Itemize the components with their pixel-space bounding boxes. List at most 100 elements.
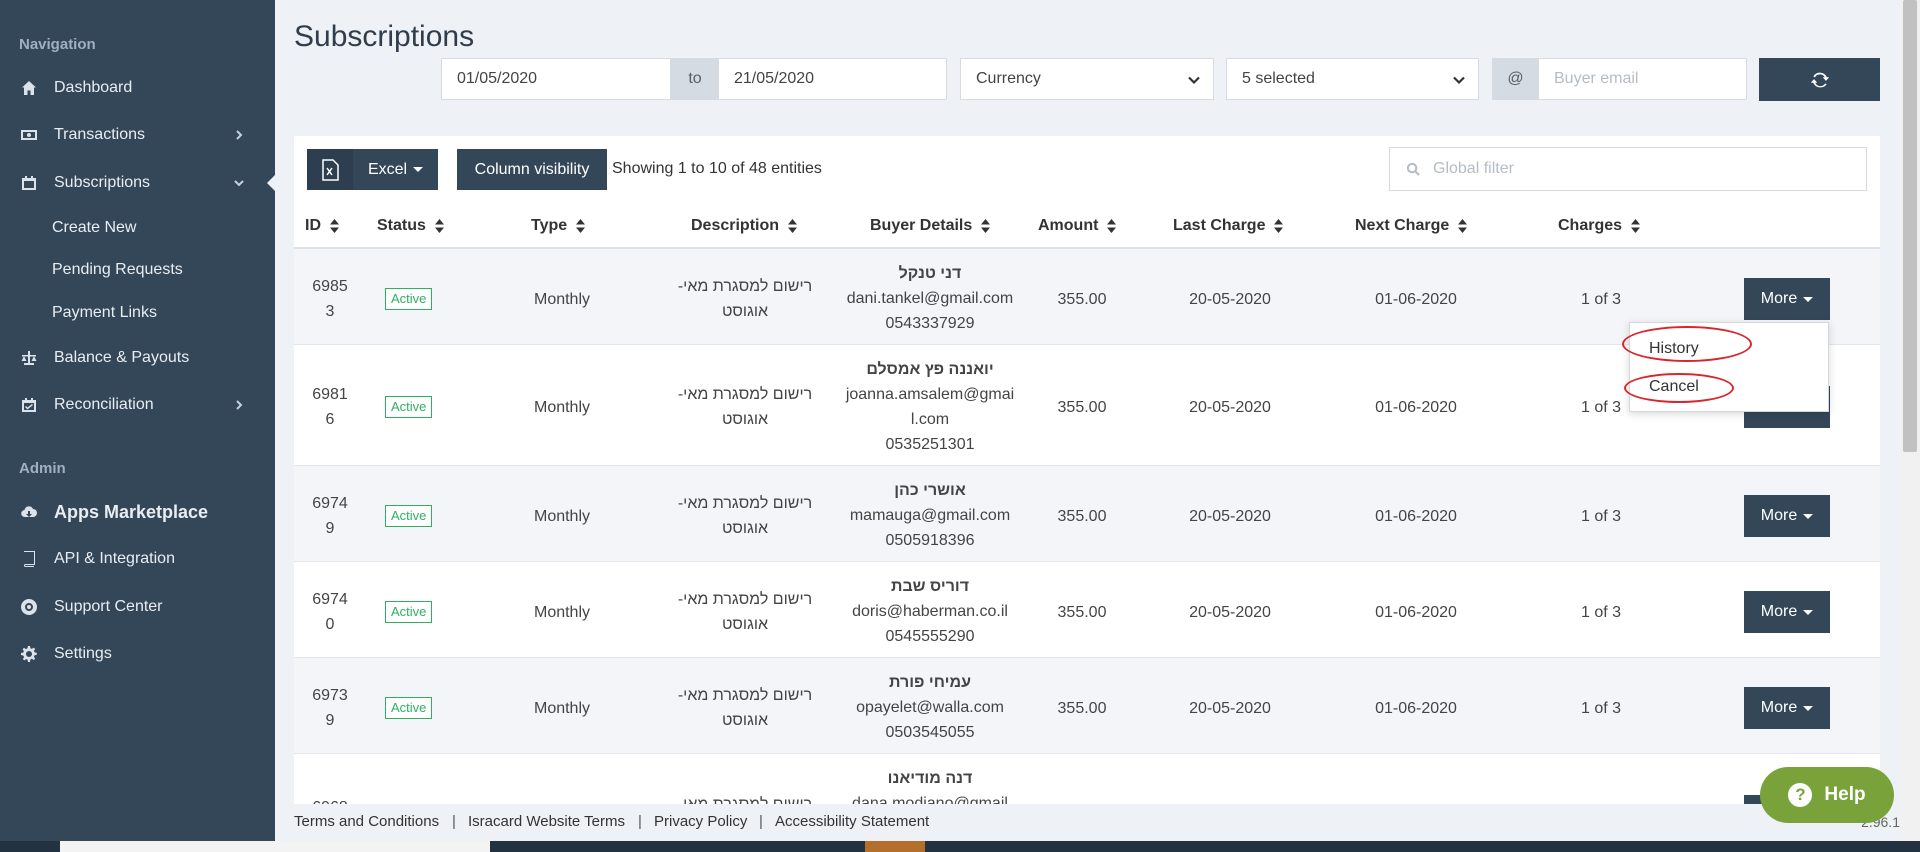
cell-last-charge: 20-05-2020 (1189, 508, 1271, 525)
sidebar-item-apps-marketplace[interactable]: Apps Marketplace (0, 492, 275, 532)
more-button[interactable]: More (1744, 495, 1830, 537)
sidebar-item-transactions[interactable]: Transactions (0, 115, 275, 155)
sidebar-item-dashboard[interactable]: Dashboard (0, 68, 275, 108)
scrollbar-thumb[interactable] (1903, 0, 1917, 452)
table-row (294, 754, 1880, 806)
privacy-policy-link[interactable]: Privacy Policy (654, 813, 747, 830)
sidebar-item-balance-payouts[interactable]: Balance & Payouts (0, 338, 275, 378)
more-button-label: More (1760, 290, 1798, 307)
help-button-label: Help (1824, 784, 1866, 805)
cell-description: רישום למסגרת מאי- אוגוסט (677, 495, 813, 537)
column-header-description[interactable]: Description (691, 217, 798, 235)
cell-id: 6981 6 (312, 386, 348, 428)
active-indicator (267, 174, 276, 192)
column-header-type[interactable]: Type (531, 217, 586, 235)
sort-icon (1631, 219, 1641, 233)
cell-last-charge: 20-05-2020 (1189, 399, 1271, 416)
date-from-input[interactable]: 01/05/2020 (441, 58, 671, 100)
column-header-label: Buyer Details (870, 217, 973, 234)
refresh-icon (1810, 72, 1829, 87)
more-button-label: More (1760, 603, 1798, 620)
cloud-download-icon (20, 503, 38, 521)
more-button-label: More (1760, 699, 1798, 716)
sidebar-subitem-payment-links[interactable]: Payment Links (52, 304, 157, 322)
more-button[interactable]: More (1744, 591, 1830, 633)
cell-next-charge: 01-06-2020 (1375, 604, 1457, 621)
cell-buyer-details: יואננה פץ אמסלם joanna.amsalem@gmai l.com 0… (845, 361, 1015, 453)
column-header-amount[interactable]: Amount (1038, 217, 1117, 235)
excel-export-button[interactable]: Excel (307, 149, 438, 190)
cell-buyer-details: עמיחי פורת opayelet@walla.com 0503545055 (856, 674, 1004, 741)
column-visibility-button[interactable]: Column visibility (457, 149, 607, 190)
column-header-label: Description (691, 217, 780, 234)
sidebar-subitem-create-new[interactable]: Create New (52, 219, 136, 237)
page-title: Subscriptions (294, 20, 475, 53)
section-navigation: Navigation (19, 36, 96, 53)
cell-amount: 355.00 (1057, 604, 1107, 621)
terms-link[interactable]: Terms and Conditions (294, 813, 439, 830)
refresh-button[interactable] (1759, 58, 1880, 101)
column-header-label: ID (305, 217, 321, 234)
help-button[interactable]: ? Help (1760, 767, 1894, 823)
caret-down-icon (413, 167, 424, 172)
taskbar-app-icon[interactable] (865, 841, 925, 852)
annotation-ellipse-history (1622, 326, 1752, 362)
currency-select-value: Currency (976, 70, 1041, 87)
cell-next-charge: 01-06-2020 (1375, 508, 1457, 525)
column-header-charges[interactable]: Charges (1558, 217, 1641, 235)
search-icon (1406, 162, 1420, 176)
sidebar-subitem-pending-requests[interactable]: Pending Requests (52, 261, 183, 279)
column-header-id[interactable]: ID (305, 217, 339, 235)
sidebar-item-label: API & Integration (54, 550, 175, 567)
annotation-ellipse-cancel (1624, 373, 1734, 403)
cell-next-charge: 01-06-2020 (1375, 700, 1457, 717)
sidebar-item-subscriptions[interactable]: Subscriptions (0, 163, 275, 203)
isracard-terms-link[interactable]: Isracard Website Terms (468, 813, 625, 830)
cell-description: רישום למסגרת מאי- (665, 792, 825, 804)
column-header-buyer-details[interactable]: Buyer Details (870, 217, 991, 235)
chevron-down-icon (1452, 73, 1466, 87)
cell-type: Monthly (533, 700, 591, 717)
chevron-right-icon (233, 398, 247, 412)
sort-icon (981, 219, 991, 233)
column-header-next-charge[interactable]: Next Charge (1355, 217, 1468, 235)
chevron-right-icon (233, 128, 247, 142)
date-to-input[interactable]: 21/05/2020 (718, 58, 947, 100)
cell-charges: 1 of 3 (1580, 700, 1622, 717)
sidebar-item-label: Apps Marketplace (54, 501, 209, 522)
cell-charges: 1 of 3 (1580, 508, 1622, 525)
sort-icon (1274, 219, 1284, 233)
cell-amount: 355.00 (1057, 508, 1107, 525)
more-button[interactable]: More (1744, 687, 1830, 729)
global-filter-input[interactable]: Global filter (1389, 147, 1867, 191)
cell-last-charge: 20-05-2020 (1189, 604, 1271, 621)
status-multiselect-value: 5 selected (1242, 70, 1315, 87)
column-header-label: Last Charge (1173, 217, 1266, 234)
cell-type: Monthly (533, 604, 591, 621)
column-header-last-charge[interactable]: Last Charge (1173, 217, 1284, 235)
sidebar-item-api-integration[interactable]: API & Integration (0, 539, 275, 579)
accessibility-statement-link[interactable]: Accessibility Statement (775, 813, 929, 830)
more-button[interactable]: More (1744, 278, 1830, 320)
buyer-email-input[interactable]: Buyer email (1538, 58, 1747, 100)
at-sign-addon: @ (1492, 58, 1539, 100)
sidebar-item-label: Subscriptions (54, 174, 151, 191)
excel-file-icon (307, 149, 353, 190)
chevron-down-icon (233, 176, 247, 190)
status-multiselect[interactable]: 5 selected (1226, 58, 1479, 100)
sort-icon (330, 219, 339, 233)
sidebar: Navigation Dashboard Transactions Subscr… (0, 0, 276, 841)
sidebar-item-reconciliation[interactable]: Reconciliation (0, 385, 275, 425)
section-admin: Admin (19, 460, 66, 477)
sidebar-item-settings[interactable]: Settings (0, 634, 275, 674)
global-filter-placeholder: Global filter (1433, 160, 1514, 177)
date-range-to-label: to (670, 58, 720, 100)
sidebar-item-label: Dashboard (54, 79, 133, 96)
column-header-status[interactable]: Status (377, 217, 444, 235)
taskbar-search-box[interactable] (60, 841, 490, 852)
status-badge: Active (385, 601, 433, 623)
currency-select[interactable]: Currency (960, 58, 1214, 100)
sidebar-item-support-center[interactable]: Support Center (0, 587, 275, 627)
cell-id: 6974 0 (312, 591, 348, 633)
money-icon (20, 126, 38, 144)
